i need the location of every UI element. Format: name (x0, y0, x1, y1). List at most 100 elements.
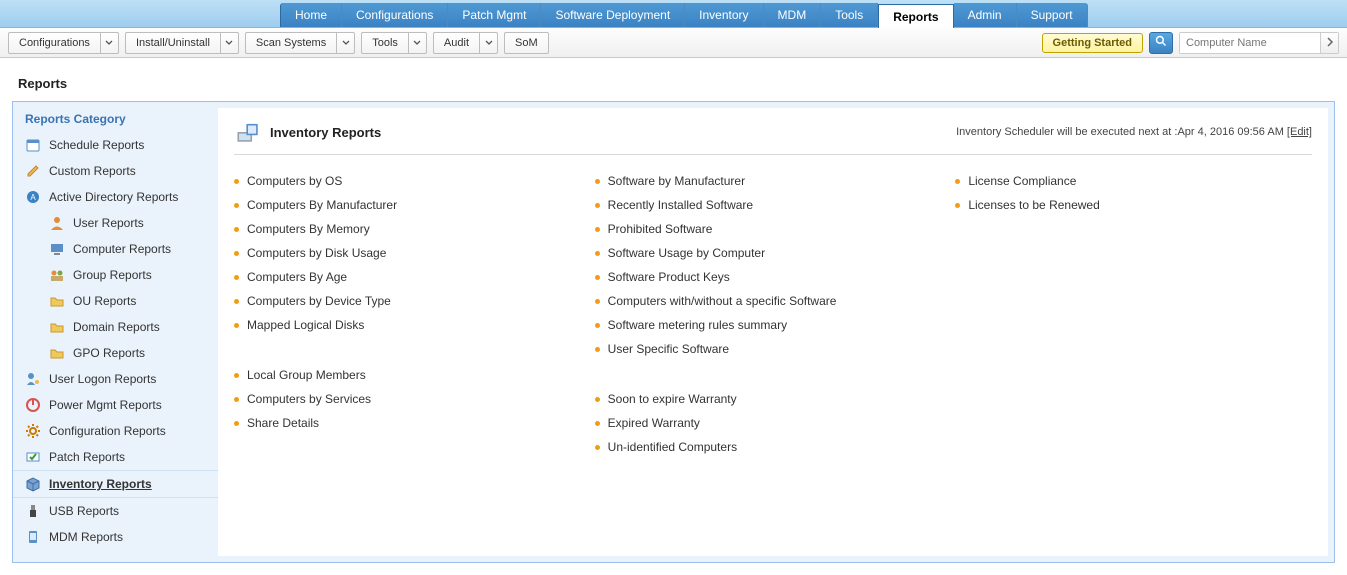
scheduler-text: Inventory Scheduler will be executed nex… (956, 126, 1287, 138)
main-header: Inventory Reports Inventory Scheduler wi… (234, 118, 1312, 155)
report-link-label: Software Product Keys (608, 269, 730, 285)
chevron-down-icon (479, 33, 497, 53)
report-link[interactable]: Software Usage by Computer (595, 241, 952, 265)
sidebar-item-user-reports[interactable]: User Reports (13, 210, 218, 236)
tab-tools[interactable]: Tools (821, 3, 878, 27)
report-link-label: Software Usage by Computer (608, 245, 765, 261)
sidebar-item-inventory-reports[interactable]: Inventory Reports (13, 470, 218, 498)
mdm-icon (25, 529, 41, 545)
bullet-icon (595, 347, 600, 352)
report-link-label: Computers with/without a specific Softwa… (608, 293, 837, 309)
tab-patch-mgmt[interactable]: Patch Mgmt (448, 3, 541, 27)
bullet-icon (234, 373, 239, 378)
sidebar-item-power-mgmt-reports[interactable]: Power Mgmt Reports (13, 392, 218, 418)
report-column: Software by Manufacturer Recently Install… (595, 169, 952, 459)
audit-menu[interactable]: Audit (433, 32, 498, 54)
tab-admin[interactable]: Admin (954, 3, 1017, 27)
sidebar-item-label: MDM Reports (49, 529, 123, 545)
box-icon (25, 476, 41, 492)
folder-icon (49, 293, 65, 309)
bullet-icon (595, 323, 600, 328)
bullet-icon (595, 251, 600, 256)
search-icon (1155, 35, 1167, 50)
tab-software-deployment[interactable]: Software Deployment (541, 3, 685, 27)
tab-home[interactable]: Home (280, 3, 342, 27)
sidebar-item-patch-reports[interactable]: Patch Reports (13, 444, 218, 470)
bullet-icon (955, 203, 960, 208)
report-link[interactable]: Computers with/without a specific Softwa… (595, 289, 952, 313)
report-link[interactable]: Expired Warranty (595, 411, 952, 435)
sub-toolbar: Configurations Install/Uninstall Scan Syst… (0, 28, 1347, 58)
content-frame: Reports Category Schedule ReportsCustom … (12, 101, 1335, 563)
report-link[interactable]: Computers by Device Type (234, 289, 591, 313)
report-link[interactable]: Software by Manufacturer (595, 169, 952, 193)
report-link[interactable]: License Compliance (955, 169, 1312, 193)
report-link-label: Computers by Device Type (247, 293, 391, 309)
tab-support[interactable]: Support (1017, 3, 1088, 27)
report-link-label: Software metering rules summary (608, 317, 787, 333)
report-link-label: Computers By Age (247, 269, 347, 285)
bullet-icon (234, 251, 239, 256)
sidebar-item-active-directory-reports[interactable]: AActive Directory Reports (13, 184, 218, 210)
som-menu[interactable]: SoM (504, 32, 549, 54)
report-link[interactable]: Computers by Services (234, 387, 591, 411)
group-gap (595, 361, 952, 387)
sidebar-item-configuration-reports[interactable]: Configuration Reports (13, 418, 218, 444)
chevron-down-icon (336, 33, 354, 53)
edit-link[interactable]: [Edit] (1287, 126, 1312, 138)
report-column: License ComplianceLicenses to be Renewed (955, 169, 1312, 459)
chevron-down-icon (220, 33, 238, 53)
report-link[interactable]: Mapped Logical Disks (234, 313, 591, 337)
report-link[interactable]: Local Group Members (234, 363, 591, 387)
report-link[interactable]: Soon to expire Warranty (595, 387, 952, 411)
sidebar-item-schedule-reports[interactable]: Schedule Reports (13, 132, 218, 158)
search-go-button[interactable] (1320, 33, 1338, 53)
sidebar-item-gpo-reports[interactable]: GPO Reports (13, 340, 218, 366)
report-link[interactable]: Software Product Keys (595, 265, 952, 289)
sidebar-item-label: Custom Reports (49, 163, 136, 179)
tab-reports[interactable]: Reports (878, 4, 953, 28)
report-link[interactable]: Computers By Age (234, 265, 591, 289)
bullet-icon (595, 227, 600, 232)
report-link[interactable]: Computers By Memory (234, 217, 591, 241)
sidebar-item-computer-reports[interactable]: Computer Reports (13, 236, 218, 262)
configurations-menu[interactable]: Configurations (8, 32, 119, 54)
sidebar-item-mdm-reports[interactable]: MDM Reports (13, 524, 218, 550)
report-link[interactable]: Prohibited Software (595, 217, 952, 241)
report-link[interactable]: Recently Installed Software (595, 193, 952, 217)
tab-configurations[interactable]: Configurations (342, 3, 448, 27)
getting-started-button[interactable]: Getting Started (1042, 33, 1143, 53)
bullet-icon (595, 179, 600, 184)
report-link-label: Recently Installed Software (608, 197, 753, 213)
sidebar-item-usb-reports[interactable]: USB Reports (13, 498, 218, 524)
report-link[interactable]: Share Details (234, 411, 591, 435)
sidebar-item-domain-reports[interactable]: Domain Reports (13, 314, 218, 340)
computer-search-input[interactable] (1180, 33, 1320, 53)
bullet-icon (234, 179, 239, 184)
report-link[interactable]: Computers By Manufacturer (234, 193, 591, 217)
menu-label: Tools (362, 33, 408, 53)
sidebar-item-group-reports[interactable]: Group Reports (13, 262, 218, 288)
report-link[interactable]: Licenses to be Renewed (955, 193, 1312, 217)
install-uninstall-menu[interactable]: Install/Uninstall (125, 32, 239, 54)
sidebar-item-label: Power Mgmt Reports (49, 397, 162, 413)
sidebar-item-user-logon-reports[interactable]: User Logon Reports (13, 366, 218, 392)
report-link[interactable]: User Specific Software (595, 337, 952, 361)
report-column: Computers by OSComputers By Manufacturer… (234, 169, 591, 459)
sidebar-item-custom-reports[interactable]: Custom Reports (13, 158, 218, 184)
report-link[interactable]: Computers by Disk Usage (234, 241, 591, 265)
bullet-icon (595, 421, 600, 426)
report-link[interactable]: Computers by OS (234, 169, 591, 193)
report-link[interactable]: Software metering rules summary (595, 313, 952, 337)
report-link-label: Computers by Services (247, 391, 371, 407)
tab-inventory[interactable]: Inventory (685, 3, 763, 27)
tab-mdm[interactable]: MDM (764, 3, 822, 27)
report-link[interactable]: Un-identified Computers (595, 435, 952, 459)
sidebar-item-ou-reports[interactable]: OU Reports (13, 288, 218, 314)
bullet-icon (955, 179, 960, 184)
folder-icon (49, 345, 65, 361)
tools-menu[interactable]: Tools (361, 32, 427, 54)
scan-systems-menu[interactable]: Scan Systems (245, 32, 355, 54)
folder-icon (49, 319, 65, 335)
search-icon-button[interactable] (1149, 32, 1173, 54)
